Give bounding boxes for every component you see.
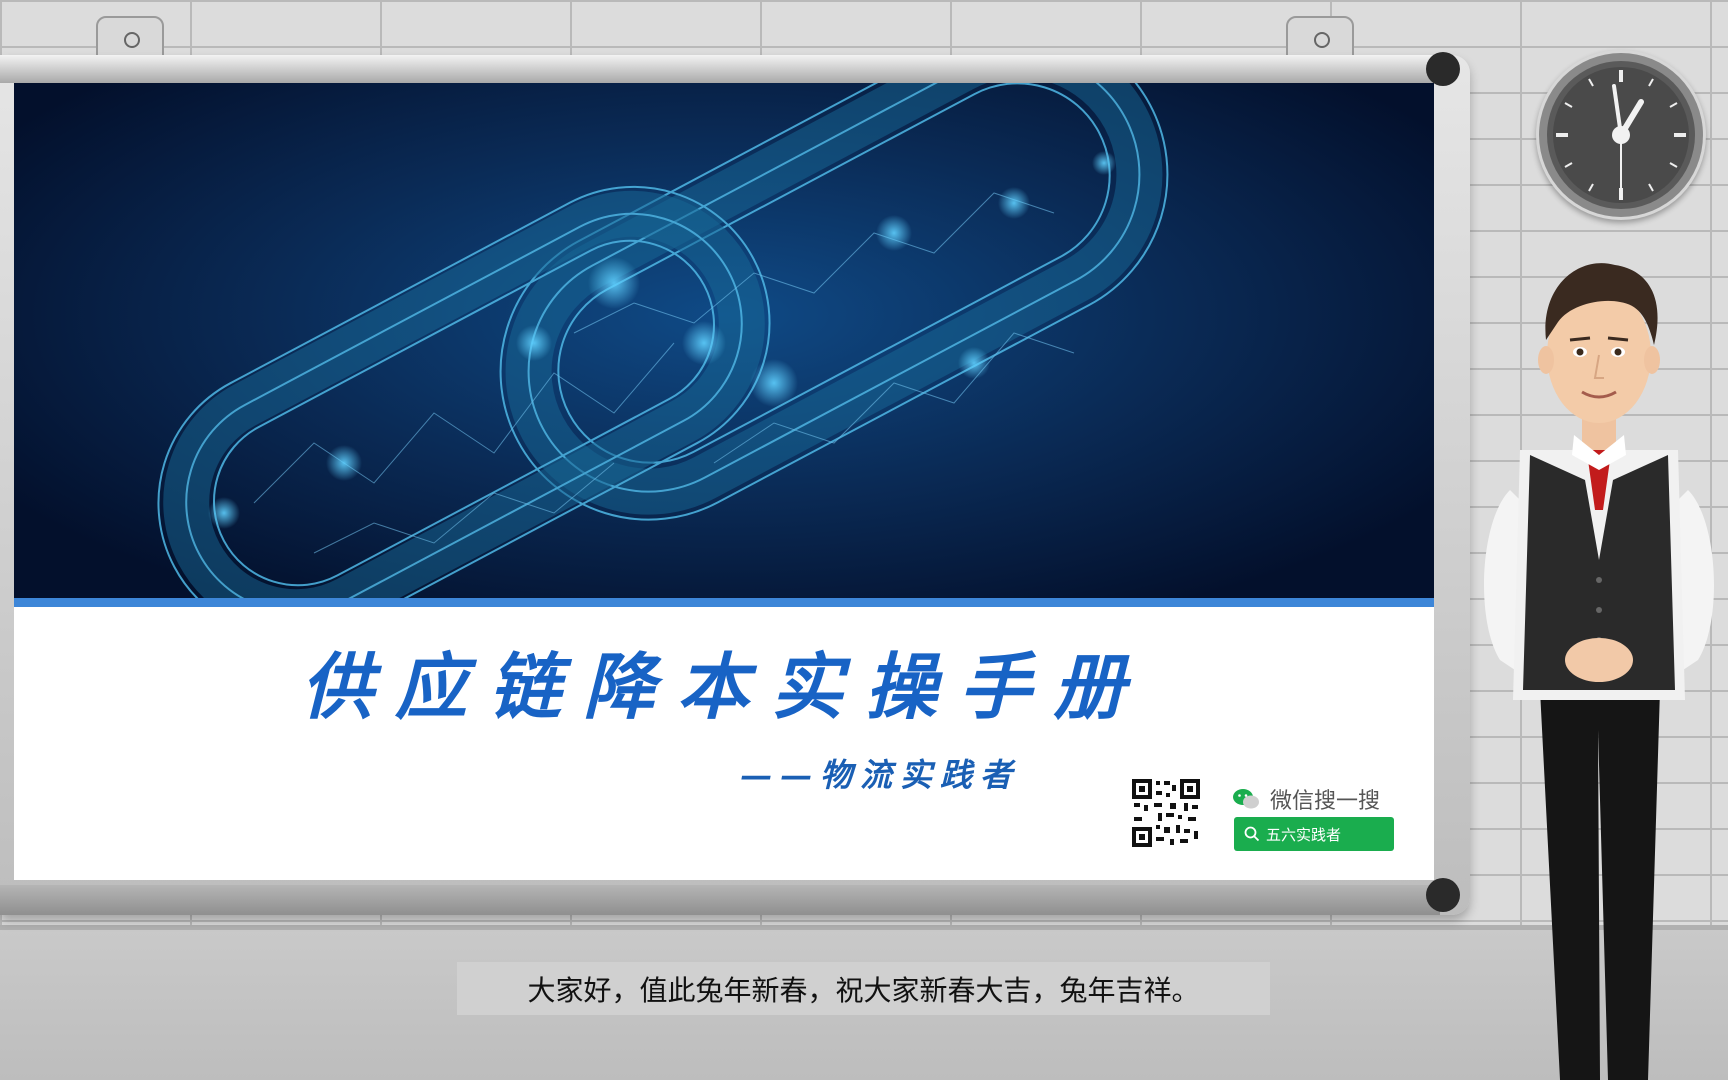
chain-link-banner [14,83,1434,598]
wechat-search-row: 微信搜一搜 [1232,783,1380,815]
wechat-search-button[interactable]: 五六实践者 [1234,817,1394,851]
qr-code [1130,777,1202,849]
board-frame-bottom [0,885,1440,915]
wechat-icon [1233,789,1259,809]
slide-screen: 供应链降本实操手册 ——物流实践者 微信搜一搜 五六实践者 [14,83,1434,880]
search-icon [1244,826,1260,842]
presenter-avatar [1483,263,1715,1080]
slide-title: 供应链降本实操手册 [300,644,1147,729]
board-corner [1426,878,1460,912]
slide-subtitle: ——物流实践者 [740,756,1021,794]
board-corner [1426,52,1460,86]
wechat-search-label: 微信搜一搜 [1270,789,1381,814]
search-button-label: 五六实践者 [1266,825,1342,844]
clock-icon [1536,50,1706,220]
subtitle-caption: 大家好，值此兔年新春，祝大家新春大吉，兔年吉祥。 [457,962,1270,1015]
banner-divider [14,598,1434,607]
board-frame-top [0,55,1440,83]
chain-link-graphic [157,83,1169,598]
